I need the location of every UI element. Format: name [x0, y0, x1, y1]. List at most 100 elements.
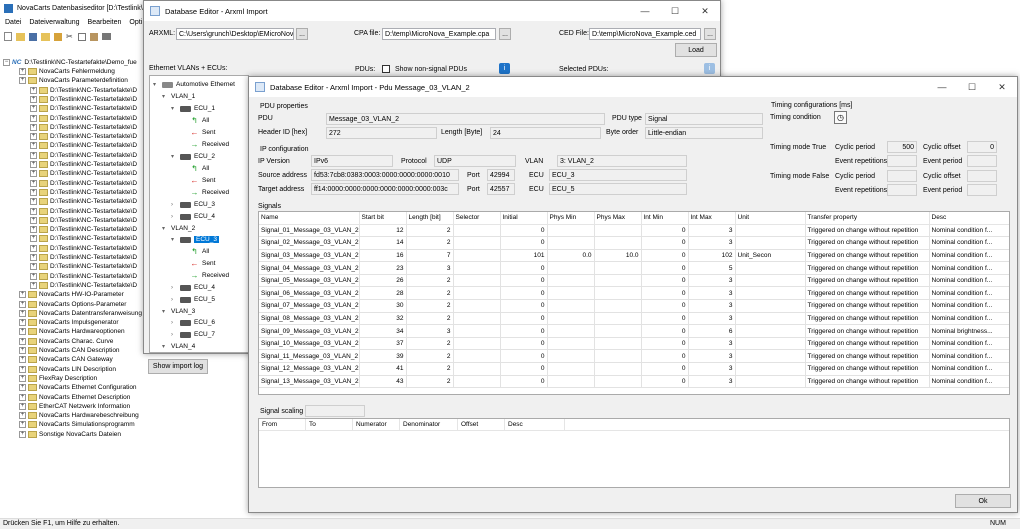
tree-item[interactable]: + D:\Testlink\NC-Testartefakte\D	[30, 197, 137, 206]
expand-icon[interactable]: +	[30, 179, 37, 187]
tree-vlan4[interactable]: ▾ VLAN_4	[162, 342, 195, 351]
tree-item[interactable]: + D:\Testlink\NC-Testartefakte\D	[30, 262, 137, 271]
scaling-column-header[interactable]: Desc	[505, 418, 565, 431]
scaling-column-header[interactable]: From	[259, 418, 306, 431]
table-row[interactable]: Signal_04_Message_03_VLAN_2 23 3 0 0 5 Trigger…	[259, 261, 1009, 275]
close-icon[interactable]: ✕	[987, 77, 1017, 97]
expand-icon[interactable]: +	[19, 309, 26, 317]
expand-icon[interactable]: +	[19, 319, 26, 327]
table-row[interactable]: Signal_03_Message_03_VLAN_2 16 7 101 0.0 10.0…	[259, 249, 1009, 263]
column-header[interactable]: Int Min	[641, 212, 689, 225]
expand-icon[interactable]: +	[19, 412, 26, 420]
tree-item[interactable]: + NovaCarts Charac. Curve	[19, 337, 113, 346]
column-header[interactable]: Name	[259, 212, 360, 225]
tree-item[interactable]: + D:\Testlink\NC-Testartefakte\D	[30, 253, 137, 262]
ced-browse-button[interactable]: ...	[704, 28, 716, 40]
expand-icon[interactable]: +	[19, 402, 26, 410]
arxml-path-field[interactable]: C:\Users\grunch\Desktop\EMicroNov	[176, 28, 294, 40]
expand-icon[interactable]: +	[30, 198, 37, 206]
tree-item[interactable]: + D:\Testlink\NC-Testartefakte\D	[30, 272, 137, 281]
menu-datei[interactable]: Datei	[5, 19, 21, 26]
expand-icon[interactable]: +	[19, 337, 26, 345]
folder-icon[interactable]	[41, 32, 50, 41]
table-row[interactable]: Signal_12_Message_03_VLAN_2 41 2 0 0 3 Trigger…	[259, 362, 1009, 376]
menu-dateiverwaltung[interactable]: Dateiverwaltung	[29, 19, 79, 26]
tree-item[interactable]: + D:\Testlink\NC-Testartefakte\D	[30, 86, 137, 95]
expand-icon[interactable]: +	[30, 133, 37, 141]
expand-icon[interactable]: +	[19, 356, 26, 364]
table-row[interactable]: Signal_09_Message_03_VLAN_2 34 3 0 0 6 Trigger…	[259, 324, 1009, 338]
tree-item[interactable]: + D:\Testlink\NC-Testartefakte\D	[30, 216, 137, 225]
tree-item[interactable]: + D:\Testlink\NC-Testartefakte\D	[30, 104, 137, 113]
tree-ecu3-all[interactable]: ↰ All	[190, 247, 209, 256]
cpa-browse-button[interactable]: ...	[499, 28, 511, 40]
tool-icon[interactable]	[54, 32, 62, 41]
expand-icon[interactable]: +	[19, 393, 26, 401]
minimize-icon[interactable]: —	[927, 77, 957, 97]
cpa-path-field[interactable]: D:\temp\MicroNova_Example.cpa	[382, 28, 496, 40]
column-header[interactable]: Transfer property	[805, 212, 930, 225]
tree-item[interactable]: + NovaCarts Parameterdefinition	[19, 76, 128, 85]
tree-automotive-ethernet[interactable]: ▾ Automotive Ethernet	[153, 80, 235, 89]
close-icon[interactable]: ✕	[690, 1, 720, 21]
tree-ecu1-all[interactable]: ↰ All	[190, 116, 209, 125]
expand-icon[interactable]: +	[19, 347, 26, 354]
tree-item[interactable]: + NovaCarts Hardwarebeschreibung	[19, 411, 139, 420]
tree-item[interactable]: + D:\Testlink\NC-Testartefakte\D	[30, 141, 137, 150]
expand-icon[interactable]: +	[30, 114, 37, 122]
table-row[interactable]: Signal_05_Message_03_VLAN_2 26 2 0 0 3 Trigger…	[259, 274, 1009, 288]
tree-item[interactable]: + D:\Testlink\NC-Testartefakte\D	[30, 132, 137, 141]
column-header[interactable]: Length [bit]	[406, 212, 454, 225]
tree-item[interactable]: + NovaCarts HW-IO-Parameter	[19, 290, 124, 299]
expand-icon[interactable]: +	[19, 291, 26, 299]
tree-item[interactable]: + D:\Testlink\NC-Testartefakte\D	[30, 114, 137, 123]
tree-ecu4-vlan2[interactable]: › ECU_4	[171, 283, 215, 292]
expand-icon[interactable]: +	[30, 254, 37, 261]
expand-icon[interactable]: +	[19, 365, 26, 373]
expand-icon[interactable]: +	[30, 95, 37, 103]
tree-ecu3-selected[interactable]: ▾ ECU_3	[171, 235, 219, 244]
tree-item[interactable]: + NovaCarts Ethernet Description	[19, 393, 130, 402]
tree-item[interactable]: + D:\Testlink\NC-Testartefakte\D	[30, 151, 137, 160]
tree-vlan2[interactable]: ▾ VLAN_2	[162, 224, 195, 233]
tree-ecu2-received[interactable]: → Received	[190, 188, 230, 197]
tree-item[interactable]: + NovaCarts Fehlermeldung	[19, 67, 115, 76]
expand-icon[interactable]: +	[30, 86, 37, 94]
expand-icon[interactable]: +	[19, 300, 26, 308]
table-row[interactable]: Signal_10_Message_03_VLAN_2 37 2 0 0 3 Trigger…	[259, 337, 1009, 351]
expand-icon[interactable]: +	[19, 421, 26, 429]
tree-item[interactable]: + D:\Testlink\NC-Testartefakte\D	[30, 225, 137, 234]
table-row[interactable]: Signal_13_Message_03_VLAN_2 43 2 0 0 3 Trigger…	[259, 375, 1009, 389]
paste-icon[interactable]	[90, 32, 98, 41]
tree-item[interactable]: + NovaCarts CAN Gateway	[19, 355, 113, 364]
table-row[interactable]: Signal_11_Message_03_VLAN_2 39 2 0 0 3 Trigger…	[259, 349, 1009, 364]
tree-item[interactable]: + EtherCAT Netzwerk Information	[19, 402, 130, 411]
expand-icon[interactable]: +	[30, 244, 37, 252]
expand-icon[interactable]: +	[30, 170, 37, 178]
expand-icon[interactable]: +	[30, 272, 37, 280]
table-row[interactable]: Signal_08_Message_03_VLAN_2 32 2 0 0 3 Trigger…	[259, 312, 1009, 326]
tree-ecu4-vlan1[interactable]: › ECU_4	[171, 212, 215, 221]
load-button[interactable]: Load	[675, 43, 717, 57]
tree-ecu1-received[interactable]: → Received	[190, 140, 230, 149]
save-icon[interactable]	[29, 32, 37, 41]
show-import-log-button[interactable]: Show import log	[148, 359, 208, 374]
minimize-icon[interactable]: —	[630, 1, 660, 21]
tree-ecu6[interactable]: › ECU_6	[171, 318, 215, 327]
tree-ecu2-sent[interactable]: ← Sent	[190, 176, 216, 185]
tree-ecu1-sent[interactable]: ← Sent	[190, 128, 216, 137]
maximize-icon[interactable]: ☐	[957, 77, 987, 97]
column-header[interactable]: Phys Min	[547, 212, 595, 225]
expand-icon[interactable]: +	[30, 123, 37, 131]
tree-ecu3-sent[interactable]: ← Sent	[190, 259, 216, 268]
tree-item[interactable]: + FlexRay Description	[19, 374, 97, 383]
tree-item[interactable]: + NovaCarts Simulationsprogramm	[19, 420, 135, 429]
expand-icon[interactable]: +	[30, 151, 37, 159]
tree-item[interactable]: + NovaCarts Ethernet Configuration	[19, 383, 137, 392]
new-icon[interactable]	[4, 32, 12, 41]
scaling-column-header[interactable]: Offset	[458, 418, 505, 431]
tree-item[interactable]: + D:\Testlink\NC-Testartefakte\D	[30, 207, 137, 216]
arxml-browse-button[interactable]: ...	[296, 28, 308, 40]
column-header[interactable]: Desc	[929, 212, 1009, 225]
expand-icon[interactable]: +	[19, 68, 26, 75]
